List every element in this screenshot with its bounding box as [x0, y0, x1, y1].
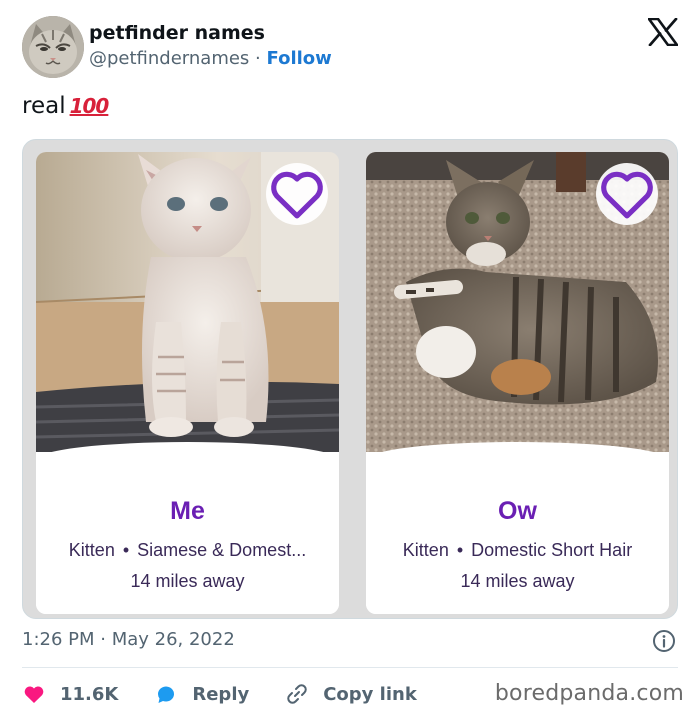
hundred-points-emoji-icon: 100 [69, 94, 110, 118]
follow-button[interactable]: Follow [267, 48, 332, 69]
meta-dot: • [456, 540, 464, 560]
cat-avatar-icon[interactable] [22, 16, 84, 78]
author-display-name[interactable]: petfinder names [89, 22, 265, 44]
pet-meta: Kitten • Siamese & Domest... [36, 540, 339, 561]
like-count: 11.6K [60, 683, 119, 705]
info-icon[interactable] [652, 629, 676, 653]
pet-age: Kitten [402, 540, 449, 560]
favorite-heart-button[interactable] [596, 163, 658, 225]
tabby-kitten-photo [366, 152, 669, 452]
pet-card-me[interactable]: Me Kitten • Siamese & Domest... 14 miles a… [36, 152, 339, 614]
pet-name[interactable]: Ow [366, 497, 669, 526]
pet-distance: 14 miles away [130, 571, 245, 591]
pet-meta: Kitten • Domestic Short Hair [366, 540, 669, 561]
reply-label: Reply [192, 683, 250, 705]
link-icon [287, 684, 307, 704]
divider [22, 667, 678, 668]
pet-breed: Siamese & Domest... [137, 540, 307, 560]
heart-icon [24, 686, 44, 703]
pet-card-ow[interactable]: Ow Kitten • Domestic Short Hair 14 miles a… [366, 152, 669, 614]
meta-dot: • [122, 540, 130, 560]
tweet-actions: 11.6K Reply Copy link [22, 680, 453, 708]
copy-link-label: Copy link [323, 683, 417, 705]
author-handle-line: @petfindernames · Follow [89, 48, 332, 69]
heart-outline-icon [271, 171, 323, 219]
reply-button[interactable]: Reply [154, 682, 249, 706]
heart-outline-icon [601, 171, 653, 219]
like-button[interactable]: 11.6K [22, 682, 118, 706]
tweet-body: real [22, 93, 66, 119]
handle-separator: · [255, 48, 261, 69]
pet-breed: Domestic Short Hair [471, 540, 633, 560]
tweet-text: real 100 [22, 93, 110, 119]
tweet-media[interactable]: Me Kitten • Siamese & Domest... 14 miles a… [22, 139, 678, 619]
pet-age: Kitten [68, 540, 115, 560]
favorite-heart-button[interactable] [266, 163, 328, 225]
boredpanda-watermark: boredpanda.com [494, 681, 684, 706]
pet-name[interactable]: Me [36, 497, 339, 526]
white-kitten-photo [36, 152, 339, 452]
pet-distance: 14 miles away [460, 571, 575, 591]
author-handle[interactable]: @petfindernames [89, 48, 249, 69]
speech-bubble-icon [158, 686, 175, 703]
copy-link-button[interactable]: Copy link [285, 682, 417, 706]
x-logo-icon[interactable] [647, 17, 679, 47]
tweet-timestamp[interactable]: 1:26 PM · May 26, 2022 [22, 629, 235, 650]
